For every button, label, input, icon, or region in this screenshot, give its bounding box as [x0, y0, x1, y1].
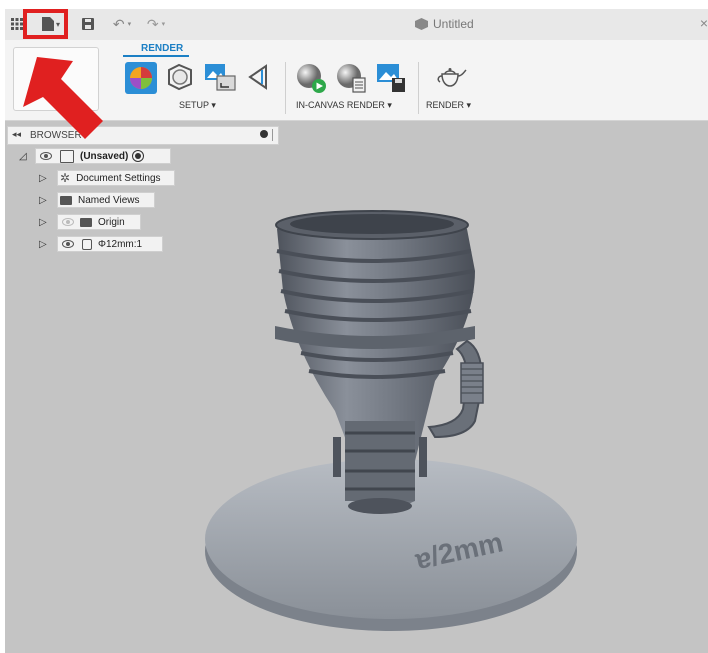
expand-triangle-icon[interactable]: ▷: [39, 173, 47, 184]
setup-group-label[interactable]: SETUP ▾: [179, 100, 216, 111]
document-tab[interactable]: Untitled: [415, 17, 474, 31]
document-cube-icon: [415, 18, 428, 30]
browser-item-node[interactable]: Φ12mm:1: [57, 236, 163, 252]
redo-button[interactable]: ↷ ▾: [143, 16, 169, 32]
redo-icon: ↷: [146, 15, 159, 32]
grid-icon[interactable]: [10, 16, 24, 32]
folder-icon: [60, 195, 72, 205]
document-title: Untitled: [433, 17, 474, 31]
in-canvas-group-label[interactable]: IN-CANVAS RENDER ▾: [296, 100, 392, 111]
body-icon: [82, 238, 92, 250]
in-canvas-settings-icon[interactable]: [335, 62, 367, 94]
browser-item-label: Named Views: [78, 194, 140, 206]
visibility-eye-icon[interactable]: [62, 240, 74, 248]
title-bar: ▾ ↶ ▾ ↷ ▾ Untitled ×: [5, 9, 708, 41]
browser-item-node[interactable]: Origin: [57, 214, 141, 230]
ribbon-divider: [285, 62, 286, 114]
tab-render[interactable]: RENDER: [141, 43, 183, 54]
browser-pin-icon[interactable]: [260, 130, 268, 138]
browser-item-node[interactable]: ✲ Document Settings: [57, 170, 175, 186]
hidden-eye-icon[interactable]: [62, 218, 74, 226]
in-canvas-render-icon[interactable]: [295, 62, 327, 94]
teapot-render-icon[interactable]: [433, 62, 467, 90]
expand-triangle-icon[interactable]: ▷: [39, 239, 47, 250]
browser-item-label: Document Settings: [76, 172, 161, 184]
close-tab-button[interactable]: ×: [700, 15, 708, 31]
ribbon-divider: [418, 62, 419, 114]
browser-item-label: Origin: [98, 216, 125, 228]
render-group-label[interactable]: RENDER ▾: [426, 100, 471, 111]
browser-item-label: Φ12mm:1: [98, 238, 143, 250]
canvas-viewport[interactable]: ɐ/2mm ◂◂ BROWSER ◿ (Unsaved) ▷ ✲ Documen…: [5, 121, 708, 653]
decal-icon[interactable]: [246, 62, 272, 92]
file-menu-highlight: [23, 9, 68, 39]
panel-resize-handle[interactable]: [272, 129, 273, 141]
expand-triangle-icon[interactable]: ▷: [39, 195, 47, 206]
physical-material-icon[interactable]: [165, 62, 195, 92]
annotation-arrow: [23, 57, 103, 139]
expand-triangle-icon[interactable]: ▷: [39, 217, 47, 228]
capture-image-icon[interactable]: [375, 62, 407, 94]
gear-icon: ✲: [60, 171, 71, 185]
scene-settings-icon[interactable]: [203, 62, 237, 94]
folder-icon: [80, 217, 92, 227]
undo-icon: ↶: [112, 15, 125, 32]
browser-item-node[interactable]: Named Views: [57, 192, 155, 208]
save-icon[interactable]: [81, 16, 95, 32]
undo-button[interactable]: ↶ ▾: [109, 16, 135, 32]
